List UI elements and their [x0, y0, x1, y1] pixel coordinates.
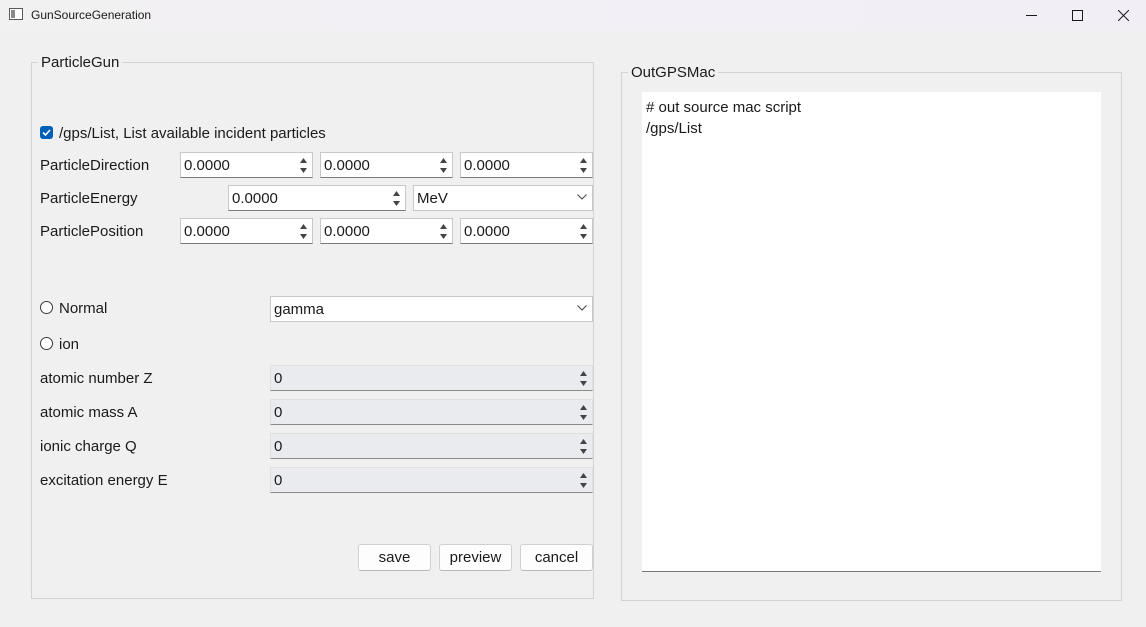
spin-down-icon[interactable] [577, 480, 590, 490]
energy-spinbox[interactable]: 0.0000 [228, 185, 406, 211]
direction-z-value: 0.0000 [464, 157, 510, 174]
direction-x-value: 0.0000 [184, 157, 230, 174]
particle-energy-label: ParticleEnergy [40, 190, 138, 207]
particle-gun-group-title: ParticleGun [38, 54, 123, 71]
direction-y-spinbox[interactable]: 0.0000 [320, 152, 453, 178]
normal-radio-label[interactable]: Normal [59, 300, 107, 317]
spin-down-icon[interactable] [297, 165, 310, 175]
normal-radio[interactable] [40, 301, 53, 314]
maximize-icon [1071, 10, 1083, 21]
position-x-value: 0.0000 [184, 223, 230, 240]
spin-up-icon[interactable] [577, 155, 590, 165]
spin-up-icon[interactable] [577, 221, 590, 231]
mac-script-line: # out source mac script [646, 99, 802, 116]
energy-unit-value: MeV [417, 190, 448, 207]
atomic-number-spinbox[interactable]: 0 [270, 365, 593, 391]
spin-down-icon[interactable] [577, 412, 590, 422]
window-title: GunSourceGeneration [31, 8, 152, 22]
atomic-number-value: 0 [274, 370, 283, 387]
ion-radio-label[interactable]: ion [59, 336, 79, 353]
minimize-button[interactable] [1008, 0, 1054, 31]
direction-z-spinbox[interactable]: 0.0000 [460, 152, 593, 178]
spin-up-icon[interactable] [577, 402, 590, 412]
direction-x-spinbox[interactable]: 0.0000 [180, 152, 313, 178]
spin-up-icon[interactable] [437, 221, 450, 231]
spin-down-icon[interactable] [297, 231, 310, 241]
chevron-down-icon [577, 194, 587, 200]
mac-script-line: /gps/List [646, 120, 702, 137]
gps-list-checkbox-label[interactable]: /gps/List, List available incident parti… [59, 125, 326, 142]
atomic-mass-label: atomic mass A [40, 404, 138, 421]
position-y-value: 0.0000 [324, 223, 370, 240]
spin-up-icon[interactable] [577, 436, 590, 446]
ion-radio[interactable] [40, 337, 53, 350]
preview-button[interactable]: preview [439, 544, 512, 571]
maximize-button[interactable] [1054, 0, 1100, 31]
save-button[interactable]: save [358, 544, 431, 571]
excitation-energy-value: 0 [274, 472, 283, 489]
title-bar [0, 0, 1146, 31]
ionic-charge-label: ionic charge Q [40, 438, 137, 455]
out-gps-mac-group-title: OutGPSMac [628, 64, 719, 81]
particle-direction-label: ParticleDirection [40, 157, 150, 174]
energy-value: 0.0000 [232, 190, 278, 207]
position-y-spinbox[interactable]: 0.0000 [320, 218, 453, 244]
spin-up-icon[interactable] [297, 155, 310, 165]
atomic-number-label: atomic number Z [40, 370, 153, 387]
direction-y-value: 0.0000 [324, 157, 370, 174]
mac-script-text-area[interactable]: # out source mac script /gps/List [642, 92, 1101, 572]
position-z-spinbox[interactable]: 0.0000 [460, 218, 593, 244]
spin-down-icon[interactable] [437, 231, 450, 241]
position-x-spinbox[interactable]: 0.0000 [180, 218, 313, 244]
particle-position-label: ParticlePosition [40, 223, 144, 240]
spin-up-icon[interactable] [437, 155, 450, 165]
spin-down-icon[interactable] [390, 198, 403, 208]
spin-up-icon[interactable] [297, 221, 310, 231]
chevron-down-icon [577, 305, 587, 311]
spin-up-icon[interactable] [390, 188, 403, 198]
position-z-value: 0.0000 [464, 223, 510, 240]
spin-up-icon[interactable] [577, 470, 590, 480]
gps-list-checkbox[interactable] [40, 126, 53, 139]
particle-gun-group [31, 62, 594, 599]
spin-down-icon[interactable] [577, 165, 590, 175]
atomic-mass-spinbox[interactable]: 0 [270, 399, 593, 425]
spin-up-icon[interactable] [577, 368, 590, 378]
close-button[interactable] [1100, 0, 1146, 31]
spin-down-icon[interactable] [577, 446, 590, 456]
spin-down-icon[interactable] [577, 378, 590, 388]
minimize-icon [1025, 15, 1037, 16]
energy-unit-select[interactable]: MeV [413, 185, 593, 211]
app-window-icon [9, 8, 23, 20]
ionic-charge-value: 0 [274, 438, 283, 455]
atomic-mass-value: 0 [274, 404, 283, 421]
spin-down-icon[interactable] [437, 165, 450, 175]
spin-down-icon[interactable] [577, 231, 590, 241]
checkmark-icon [42, 129, 51, 137]
ionic-charge-spinbox[interactable]: 0 [270, 433, 593, 459]
excitation-energy-spinbox[interactable]: 0 [270, 467, 593, 493]
close-icon [1117, 10, 1129, 21]
particle-select-value: gamma [274, 301, 325, 318]
cancel-button[interactable]: cancel [520, 544, 593, 571]
particle-select[interactable]: gamma [270, 296, 593, 322]
excitation-energy-label: excitation energy E [40, 472, 168, 489]
